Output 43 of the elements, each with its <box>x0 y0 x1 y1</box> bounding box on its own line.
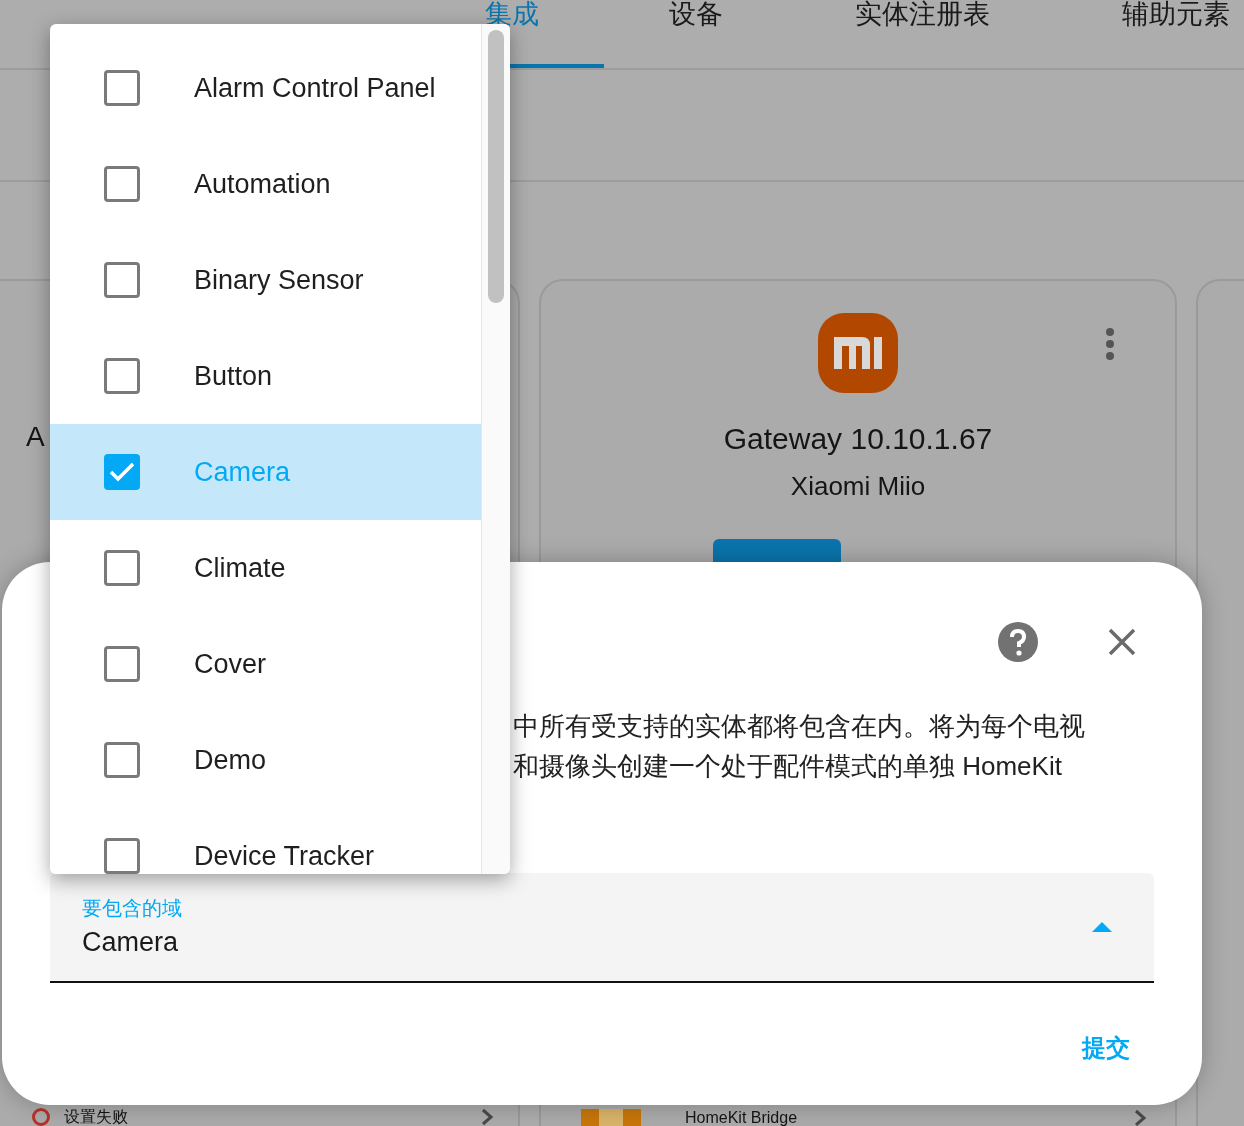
checkbox[interactable] <box>104 262 140 298</box>
domain-select[interactable]: 要包含的域 Camera <box>50 873 1154 983</box>
description-text: 中所有受支持的实体都将包含在内。将为每个电视 <box>513 710 1086 743</box>
card-subtitle: Xiaomi Miio <box>790 471 926 501</box>
close-icon[interactable] <box>1108 628 1136 656</box>
option-label: Camera <box>194 456 291 488</box>
description-text: 和摄像头创建一个处于配件模式的单独 HomeKit <box>513 750 1063 783</box>
integration-icon <box>581 1109 641 1126</box>
card-title: A <box>26 421 45 453</box>
option-label: Demo <box>194 744 267 776</box>
option-label: Button <box>194 360 273 392</box>
logo-icon <box>818 313 898 393</box>
scrollbar-thumb[interactable] <box>488 30 504 303</box>
option-label: Binary Sensor <box>194 264 364 296</box>
option-label: Device Tracker <box>194 840 375 872</box>
field-label: 要包含的域 <box>82 896 182 920</box>
checkbox[interactable] <box>104 166 140 202</box>
caret-up-icon <box>1092 922 1112 932</box>
option-label: Climate <box>194 552 286 584</box>
field-value: Camera <box>82 926 180 958</box>
kebab-menu-icon[interactable] <box>1105 327 1115 361</box>
chevron-right-icon <box>1133 1109 1147 1126</box>
help-icon[interactable] <box>998 622 1038 662</box>
chevron-right-icon <box>480 1108 494 1126</box>
checkbox[interactable] <box>104 646 140 682</box>
menu-option[interactable]: Device Tracker <box>50 808 481 874</box>
checkbox[interactable] <box>104 550 140 586</box>
checkbox[interactable] <box>104 838 140 874</box>
card-title: Gateway 10.10.1.67 <box>723 421 993 457</box>
checkbox[interactable] <box>104 454 140 490</box>
tab[interactable]: 设备 <box>604 0 788 68</box>
check-icon <box>109 462 135 482</box>
checkbox[interactable] <box>104 742 140 778</box>
status-text: 设置失败 <box>64 1108 128 1126</box>
checkbox[interactable] <box>104 358 140 394</box>
option-label: Automation <box>194 168 331 200</box>
tab[interactable]: 实体注册表 <box>788 0 1056 68</box>
entry-title: HomeKit Bridge <box>685 1109 798 1126</box>
checkbox[interactable] <box>104 70 140 106</box>
tab[interactable]: 辅助元素 <box>1056 0 1244 68</box>
error-icon <box>32 1108 50 1126</box>
option-label: Alarm Control Panel <box>194 72 436 104</box>
option-label: Cover <box>194 648 267 680</box>
